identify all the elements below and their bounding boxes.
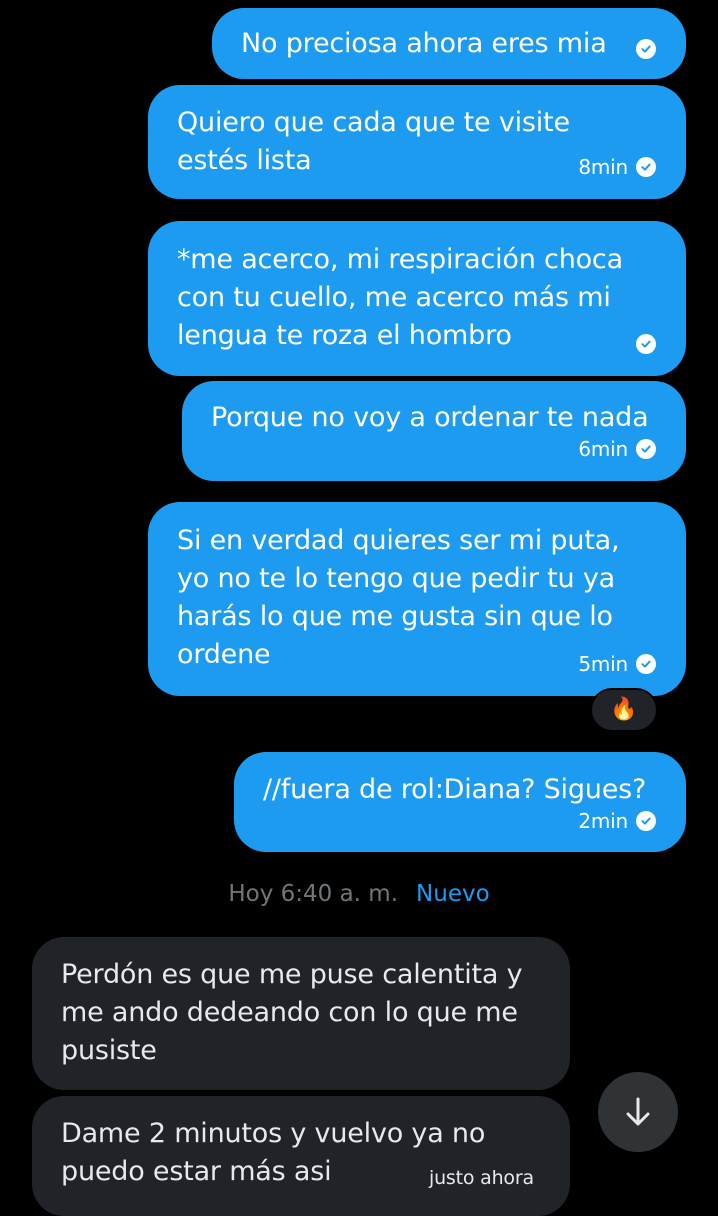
message-text: *me acerco, mi respiración choca con tu … [177, 244, 623, 351]
message-bubble-outgoing[interactable]: //fuera de rol:Diana? Sigues? 2min [234, 752, 686, 852]
new-messages-label: Nuevo [416, 881, 490, 907]
scroll-to-bottom-button[interactable] [598, 1072, 678, 1152]
check-circle-icon [636, 439, 656, 459]
message-bubble-outgoing[interactable]: No preciosa ahora eres mia [212, 8, 686, 79]
message-text: Perdón es que me puse calentita y me and… [61, 959, 523, 1066]
message-meta: justo ahora [429, 1166, 534, 1190]
message-bubble-incoming[interactable]: Perdón es que me puse calentita y me and… [32, 937, 570, 1090]
message-meta: 2min [578, 809, 656, 833]
message-text: //fuera de rol:Diana? Sigues? [263, 774, 647, 805]
arrow-down-icon [626, 1097, 650, 1126]
check-circle-icon [636, 157, 656, 177]
date-divider: Hoy 6:40 a. m. Nuevo [0, 878, 718, 910]
message-bubble-outgoing[interactable]: Porque no voy a ordenar te nada 6min [182, 381, 686, 481]
check-circle-icon [636, 811, 656, 831]
message-timestamp: 2min [578, 809, 628, 833]
message-timestamp: 6min [578, 437, 628, 461]
message-bubble-incoming[interactable]: Dame 2 minutos y vuelvo ya no puedo esta… [32, 1096, 570, 1216]
message-timestamp: 8min [578, 155, 628, 179]
check-circle-icon [636, 654, 656, 674]
message-meta [636, 334, 656, 354]
reaction-badge[interactable]: 🔥 [590, 688, 658, 732]
message-meta: 6min [578, 437, 656, 461]
message-text: No preciosa ahora eres mia [241, 28, 607, 59]
message-bubble-outgoing[interactable]: *me acerco, mi respiración choca con tu … [148, 221, 686, 376]
message-timestamp: justo ahora [429, 1167, 534, 1189]
message-meta [636, 39, 656, 59]
message-bubble-outgoing[interactable]: Quiero que cada que te visite estés list… [148, 85, 686, 199]
fire-emoji: 🔥 [610, 697, 638, 722]
message-meta: 8min [578, 155, 656, 179]
message-timestamp: 5min [578, 652, 628, 676]
check-circle-icon [636, 334, 656, 354]
message-meta: 5min [578, 652, 656, 676]
message-text: Porque no voy a ordenar te nada [211, 402, 649, 433]
divider-time: Hoy 6:40 a. m. [228, 881, 399, 907]
check-circle-icon [636, 39, 656, 59]
message-bubble-outgoing[interactable]: Si en verdad quieres ser mi puta, yo no … [148, 502, 686, 696]
